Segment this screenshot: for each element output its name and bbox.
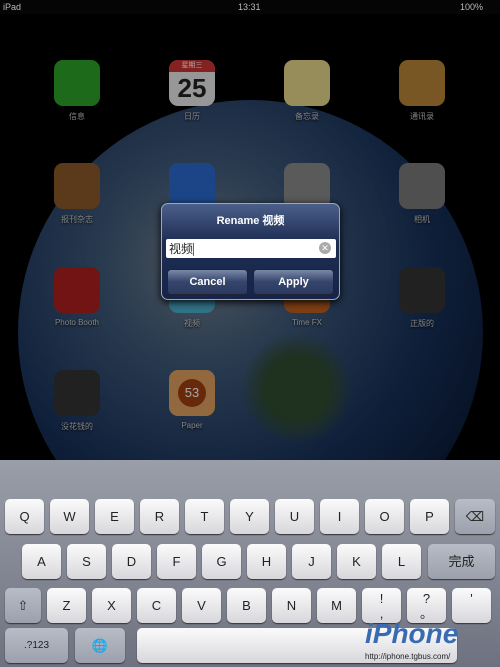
key-s[interactable]: S — [67, 544, 106, 579]
apply-button[interactable]: Apply — [253, 269, 334, 295]
input-value: 视频 — [169, 242, 194, 256]
dialog-title: Rename 视频 — [216, 215, 285, 227]
key-w[interactable]: W — [50, 499, 89, 534]
key-f[interactable]: F — [157, 544, 196, 579]
battery-level: 100% — [460, 2, 484, 12]
key-p[interactable]: P — [410, 499, 449, 534]
key-t[interactable]: T — [185, 499, 224, 534]
key-y[interactable]: Y — [230, 499, 269, 534]
device-name: iPad — [3, 2, 22, 12]
key-c[interactable]: C — [137, 588, 176, 623]
key-u[interactable]: U — [275, 499, 314, 534]
key-g[interactable]: G — [202, 544, 241, 579]
clear-icon[interactable]: ✕ — [319, 242, 331, 254]
key-z[interactable]: Z — [47, 588, 86, 623]
key-a[interactable]: A — [22, 544, 61, 579]
key-l[interactable]: L — [382, 544, 421, 579]
key-q[interactable]: Q — [5, 499, 44, 534]
key-k[interactable]: K — [337, 544, 376, 579]
key-m[interactable]: M — [317, 588, 356, 623]
key-j[interactable]: J — [292, 544, 331, 579]
globe-icon[interactable]: 🌐 — [75, 628, 125, 663]
key-r[interactable]: R — [140, 499, 179, 534]
clock: 13:31 — [238, 2, 261, 12]
cancel-button[interactable]: Cancel — [167, 269, 248, 295]
key-o[interactable]: O — [365, 499, 404, 534]
rename-input[interactable]: 视频 ✕ — [166, 239, 336, 258]
key-x[interactable]: X — [92, 588, 131, 623]
shift-key[interactable]: ⇧ — [5, 588, 41, 623]
key-n[interactable]: N — [272, 588, 311, 623]
key-d[interactable]: D — [112, 544, 151, 579]
done-key[interactable]: 完成 — [428, 544, 495, 579]
key-b[interactable]: B — [227, 588, 266, 623]
numbers-key[interactable]: .?123 — [5, 628, 68, 663]
key-e[interactable]: E — [95, 499, 134, 534]
key-v[interactable]: V — [182, 588, 221, 623]
rename-dialog: Rename 视频 视频 ✕ Cancel Apply — [161, 203, 340, 300]
watermark: iPhone http://iphone.tgbus.com/ — [365, 618, 459, 661]
status-bar: iPad 13:31 100% — [0, 0, 500, 14]
key-h[interactable]: H — [247, 544, 286, 579]
key-i[interactable]: I — [320, 499, 359, 534]
delete-key[interactable]: ⌫ — [455, 499, 495, 534]
